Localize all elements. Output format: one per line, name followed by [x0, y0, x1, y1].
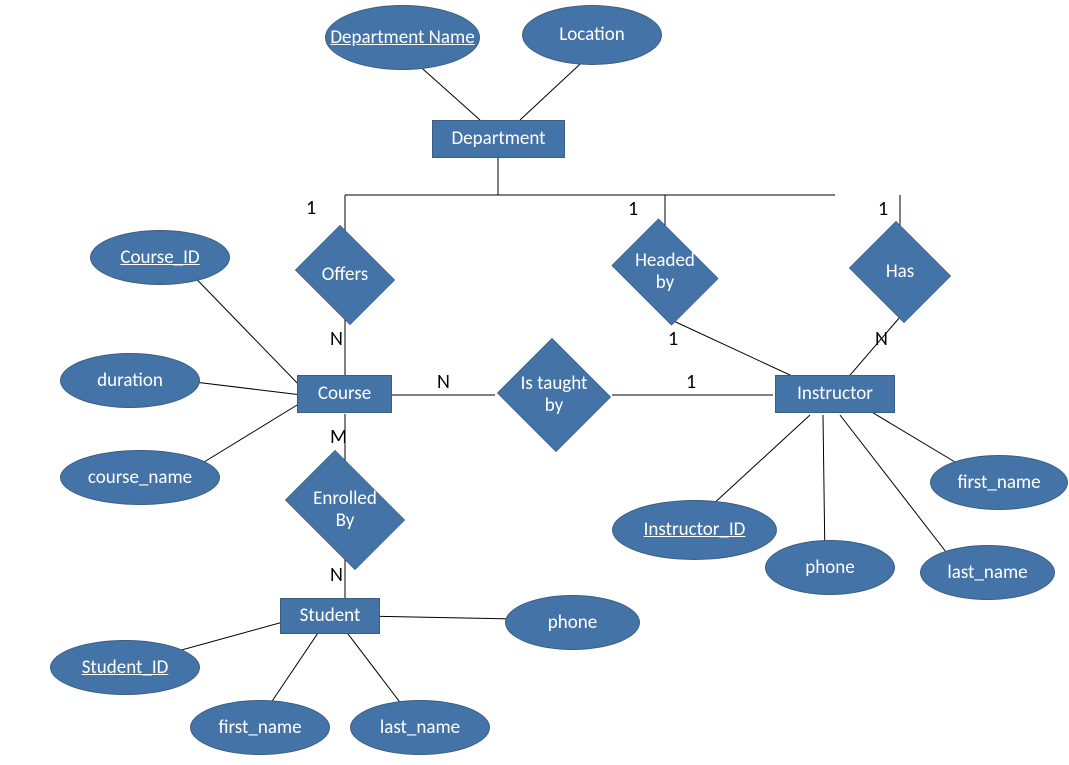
- attribute-label: phone: [548, 612, 597, 634]
- attribute-department-name: Department Name: [325, 5, 480, 70]
- entity-label: Instructor: [797, 383, 873, 405]
- cardinality-enrolled-student: N: [330, 563, 343, 587]
- attribute-course-id: Course_ID: [90, 230, 230, 285]
- attribute-label: Student_ID: [82, 657, 169, 679]
- cardinality-dept-has: 1: [878, 197, 888, 221]
- attribute-label: Department Name: [330, 27, 474, 49]
- relationship-label: Enrolled By: [299, 488, 391, 532]
- cardinality-course-enrolled: M: [330, 425, 347, 449]
- entity-department: Department: [432, 120, 565, 158]
- attribute-location: Location: [522, 5, 662, 65]
- attribute-instructor-id: Instructor_ID: [612, 500, 777, 560]
- attribute-label: phone: [805, 557, 854, 579]
- attribute-duration: duration: [60, 353, 200, 408]
- attribute-label: course_name: [88, 467, 192, 489]
- cardinality-has-instr: N: [875, 327, 888, 351]
- cardinality-taught-instr: 1: [686, 370, 696, 394]
- relationship-headed-by: Headed by: [605, 225, 725, 319]
- attribute-label: duration: [97, 370, 163, 392]
- attribute-instructor-first-name: first_name: [930, 455, 1068, 510]
- entity-course: Course: [297, 375, 392, 413]
- relationship-label: Is taught by: [513, 373, 595, 417]
- attribute-student-last-name: last_name: [350, 700, 490, 755]
- relationship-enrolled-by: Enrolled By: [275, 460, 415, 560]
- cardinality-headed-instr: 1: [668, 327, 678, 351]
- cardinality-offers-course: N: [330, 327, 343, 351]
- attribute-label: first_name: [218, 717, 301, 739]
- relationship-has: Has: [845, 225, 955, 319]
- attribute-instructor-last-name: last_name: [920, 545, 1055, 600]
- entity-label: Course: [318, 383, 371, 405]
- attribute-label: Instructor_ID: [644, 519, 746, 541]
- attribute-student-phone: phone: [505, 595, 640, 650]
- entity-student: Student: [280, 598, 380, 634]
- attribute-label: first_name: [957, 472, 1040, 494]
- attribute-student-id: Student_ID: [50, 640, 200, 695]
- relationship-label: Has: [880, 261, 920, 283]
- entity-label: Student: [300, 605, 361, 627]
- relationship-is-taught-by: Is taught by: [495, 340, 613, 450]
- entity-instructor: Instructor: [775, 375, 895, 413]
- cardinality-dept-offers: 1: [306, 196, 316, 220]
- attribute-course-name: course_name: [60, 450, 220, 505]
- relationship-offers: Offers: [290, 230, 400, 320]
- attribute-student-first-name: first_name: [190, 700, 330, 755]
- attribute-label: Course_ID: [120, 247, 199, 269]
- cardinality-course-taught: N: [437, 370, 450, 394]
- attribute-label: Location: [559, 24, 624, 46]
- attribute-label: last_name: [380, 717, 460, 739]
- entity-label: Department: [451, 128, 545, 150]
- relationship-label: Offers: [316, 264, 374, 286]
- attribute-label: last_name: [947, 562, 1027, 584]
- cardinality-dept-headed: 1: [628, 197, 638, 221]
- relationship-label: Headed by: [620, 250, 710, 294]
- attribute-instructor-phone: phone: [765, 540, 895, 595]
